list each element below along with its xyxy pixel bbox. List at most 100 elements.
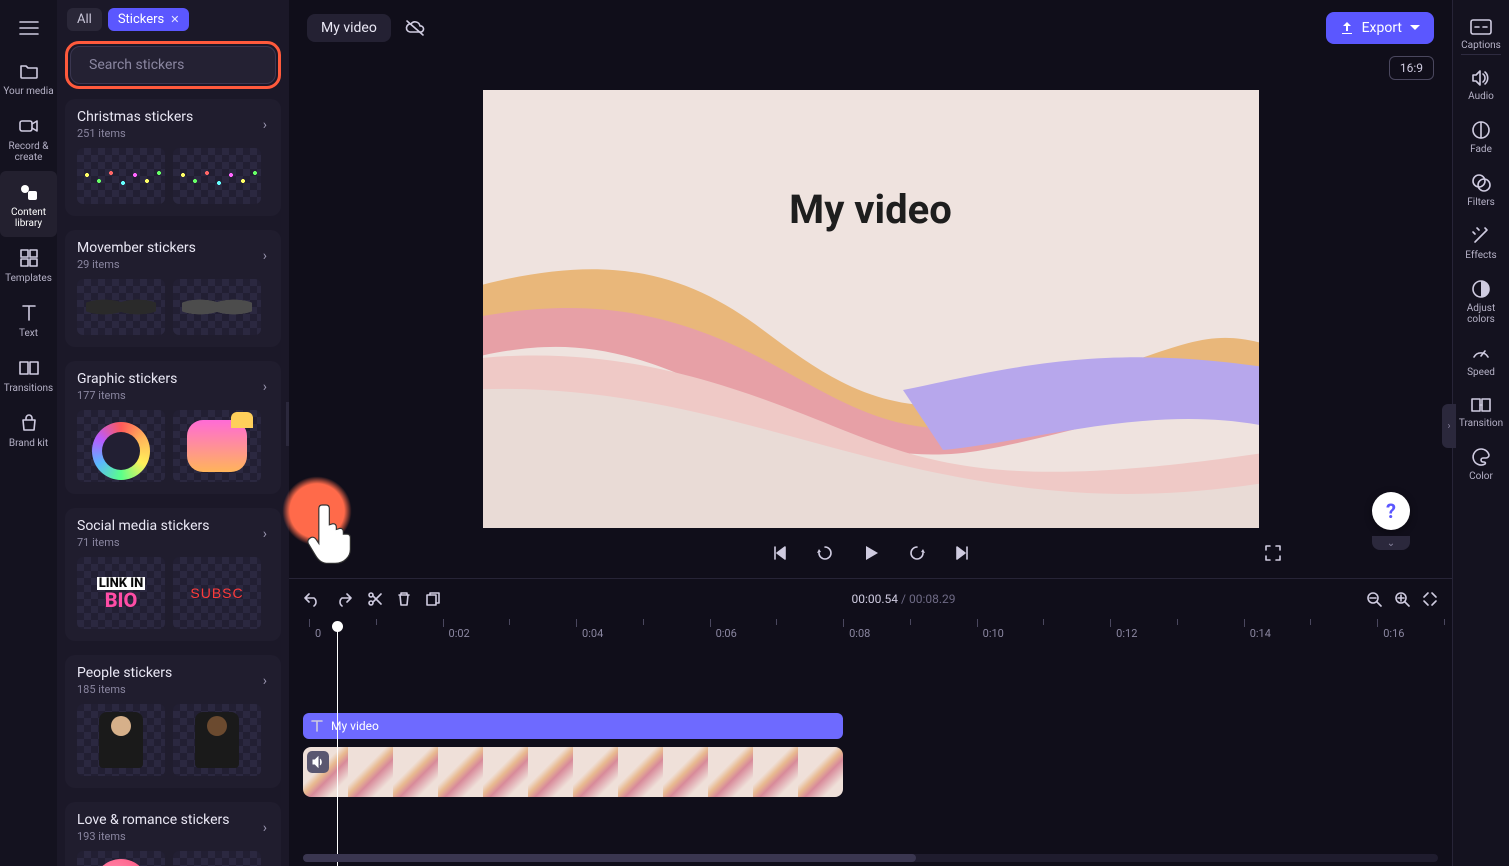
tab-all[interactable]: All — [67, 8, 102, 31]
project-title[interactable]: My video — [307, 14, 391, 42]
rail-brand-kit[interactable]: Brand kit — [0, 402, 57, 457]
rail-your-media[interactable]: Your media — [0, 50, 57, 105]
rewind-button[interactable] — [815, 543, 835, 563]
sticker-text: SUBSC — [190, 585, 243, 601]
tracks[interactable]: My video — [303, 655, 1438, 825]
chevron-right-icon[interactable]: › — [261, 244, 269, 268]
fullscreen-button[interactable] — [1264, 544, 1282, 562]
rail-color[interactable]: Color — [1453, 437, 1509, 490]
chevron-right-icon[interactable]: › — [261, 816, 269, 840]
rail-transition[interactable]: Transition — [1453, 386, 1509, 437]
rail-transitions[interactable]: Transitions — [0, 347, 57, 402]
chevron-right-icon[interactable]: › — [261, 669, 269, 693]
shapes-icon — [18, 181, 40, 203]
rail-text[interactable]: Text — [0, 292, 57, 347]
sticker-thumb[interactable] — [173, 410, 261, 482]
rail-filters[interactable]: Filters — [1453, 163, 1509, 216]
chevron-right-icon[interactable]: › — [261, 522, 269, 546]
ruler-label: 0 — [315, 627, 321, 640]
sticker-thumb[interactable] — [77, 148, 165, 204]
filters-icon — [1471, 173, 1491, 193]
rail-label: Transition — [1459, 418, 1503, 429]
redo-button[interactable] — [335, 591, 353, 607]
sticker-thumb[interactable] — [77, 279, 165, 335]
content-panel: All Stickers ✕ Christmas stickers 251 it… — [57, 0, 289, 866]
rail-label: Audio — [1468, 91, 1494, 102]
rail-record-create[interactable]: Record & create — [0, 105, 57, 171]
sticker-thumb[interactable] — [173, 851, 261, 866]
video-track-clip[interactable] — [303, 747, 843, 797]
aspect-ratio[interactable]: 16:9 — [1389, 56, 1434, 80]
export-button[interactable]: Export — [1326, 12, 1434, 44]
rail-speed[interactable]: Speed — [1453, 333, 1509, 386]
rail-content-library[interactable]: Content library — [0, 171, 57, 237]
ruler-label: 0:16 — [1383, 627, 1404, 640]
clip-audio-icon[interactable] — [307, 751, 329, 773]
chevron-right-icon[interactable]: › — [261, 375, 269, 399]
sticker-thumb[interactable] — [173, 704, 261, 776]
text-icon — [311, 719, 323, 733]
sticker-thumb[interactable] — [77, 410, 165, 482]
rail-effects[interactable]: Effects — [1453, 216, 1509, 269]
sticker-thumb[interactable] — [77, 851, 165, 866]
scrollbar-thumb[interactable] — [303, 854, 916, 862]
category-list[interactable]: Christmas stickers 251 items › Movember … — [65, 99, 281, 866]
preview-canvas[interactable]: My video — [483, 90, 1259, 528]
zoom-out-button[interactable] — [1366, 591, 1382, 607]
timeline-scrollbar[interactable] — [303, 854, 1438, 862]
text-track-clip[interactable]: My video — [303, 713, 843, 739]
transition-icon — [1471, 396, 1491, 414]
zoom-in-button[interactable] — [1394, 591, 1410, 607]
split-button[interactable] — [367, 591, 383, 607]
tab-stickers[interactable]: Stickers ✕ — [108, 8, 190, 31]
transitions-icon — [18, 357, 40, 379]
search-box[interactable] — [70, 46, 276, 84]
gauge-icon — [1471, 343, 1491, 363]
playhead[interactable] — [337, 627, 338, 866]
ruler-label: 0:08 — [849, 627, 870, 640]
zoom-fit-button[interactable] — [1422, 591, 1438, 607]
rail-label: Your media — [3, 86, 53, 97]
rail-fade[interactable]: Fade — [1453, 110, 1509, 163]
hamburger-menu[interactable] — [7, 6, 51, 50]
delete-button[interactable] — [397, 591, 411, 607]
ruler[interactable]: 00:020:040:060:080:100:120:140:16 — [303, 619, 1438, 647]
search-input[interactable] — [89, 57, 267, 73]
category-christmas[interactable]: Christmas stickers 251 items › — [65, 99, 281, 216]
duplicate-button[interactable] — [425, 591, 441, 607]
play-button[interactable] — [861, 543, 881, 563]
close-icon[interactable]: ✕ — [170, 13, 179, 26]
wand-icon — [1471, 226, 1491, 246]
rail-audio[interactable]: Audio — [1453, 59, 1509, 110]
category-love[interactable]: Love & romance stickers 193 items › — [65, 802, 281, 866]
undo-button[interactable] — [303, 591, 321, 607]
category-title: Movember stickers — [77, 240, 196, 256]
skip-start-button[interactable] — [771, 544, 789, 562]
rail-label: Speed — [1467, 367, 1495, 378]
help-button[interactable]: ? — [1372, 492, 1410, 530]
right-rail-collapse[interactable]: › — [1442, 404, 1456, 448]
sticker-thumb[interactable] — [173, 148, 261, 204]
forward-button[interactable] — [907, 543, 927, 563]
sticker-thumb[interactable] — [77, 704, 165, 776]
category-count: 185 items — [77, 683, 172, 696]
rail-templates[interactable]: Templates — [0, 237, 57, 292]
sticker-thumb[interactable]: LINK INBIO — [77, 557, 165, 629]
cloud-off-icon[interactable] — [401, 14, 429, 42]
category-graphic[interactable]: Graphic stickers 177 items › — [65, 361, 281, 494]
category-people[interactable]: People stickers 185 items › — [65, 655, 281, 788]
rail-captions[interactable]: Captions — [1453, 8, 1509, 59]
chevron-right-icon[interactable]: › — [261, 113, 269, 137]
skip-end-button[interactable] — [953, 544, 971, 562]
ruler-label: 0:06 — [716, 627, 737, 640]
sticker-thumb[interactable] — [173, 279, 261, 335]
export-label: Export — [1362, 20, 1402, 36]
rail-label: Effects — [1465, 250, 1496, 261]
category-social[interactable]: Social media stickers 71 items › LINK IN… — [65, 508, 281, 641]
collapse-properties[interactable]: ⌄ — [1372, 536, 1410, 550]
sticker-thumb[interactable]: SUBSC — [173, 557, 261, 629]
category-movember[interactable]: Movember stickers 29 items › — [65, 230, 281, 347]
rail-adjust-colors[interactable]: Adjust colors — [1453, 269, 1509, 333]
contrast-icon — [1471, 279, 1491, 299]
rail-label: Adjust colors — [1467, 303, 1496, 325]
